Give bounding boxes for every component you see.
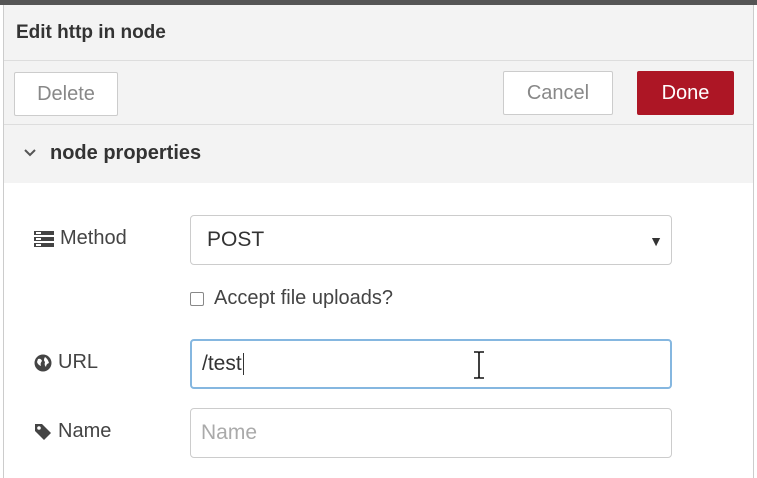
name-label-text: Name — [58, 420, 112, 442]
cancel-button[interactable]: Cancel — [503, 71, 613, 115]
tag-icon — [35, 423, 51, 440]
method-label-text: Method — [60, 227, 127, 249]
edit-node-dialog: Edit http in node Delete Cancel Done nod… — [3, 5, 754, 478]
text-caret — [242, 353, 244, 375]
dialog-title-bar: Edit http in node — [4, 5, 753, 61]
method-label: Method — [34, 227, 127, 250]
url-label-text: URL — [58, 351, 99, 373]
list-icon — [34, 230, 54, 247]
url-input-value: /test — [202, 352, 242, 375]
section-title: node properties — [50, 142, 202, 164]
node-properties-section-header[interactable]: node properties — [4, 125, 753, 183]
accept-uploads-label: Accept file uploads? — [214, 287, 394, 309]
name-input-placeholder: Name — [201, 421, 258, 444]
url-label: URL — [34, 351, 98, 374]
accept-uploads-checkbox[interactable] — [190, 291, 204, 306]
globe-icon — [34, 354, 52, 371]
dialog-button-bar: Delete Cancel Done — [4, 61, 753, 125]
method-selected-value: POST — [207, 228, 265, 251]
method-select[interactable]: POST ▼ — [190, 215, 672, 265]
accept-uploads-row[interactable]: Accept file uploads? — [190, 287, 393, 310]
done-button[interactable]: Done — [637, 71, 734, 115]
delete-button[interactable]: Delete — [14, 72, 118, 116]
dropdown-caret-icon: ▼ — [649, 233, 663, 249]
chevron-down-icon — [24, 149, 36, 157]
name-input[interactable]: Name — [190, 408, 672, 458]
dialog-title: Edit http in node — [16, 22, 166, 43]
text-cursor-icon — [474, 351, 484, 379]
name-label: Name — [34, 420, 111, 443]
url-input[interactable]: /test — [190, 339, 672, 389]
